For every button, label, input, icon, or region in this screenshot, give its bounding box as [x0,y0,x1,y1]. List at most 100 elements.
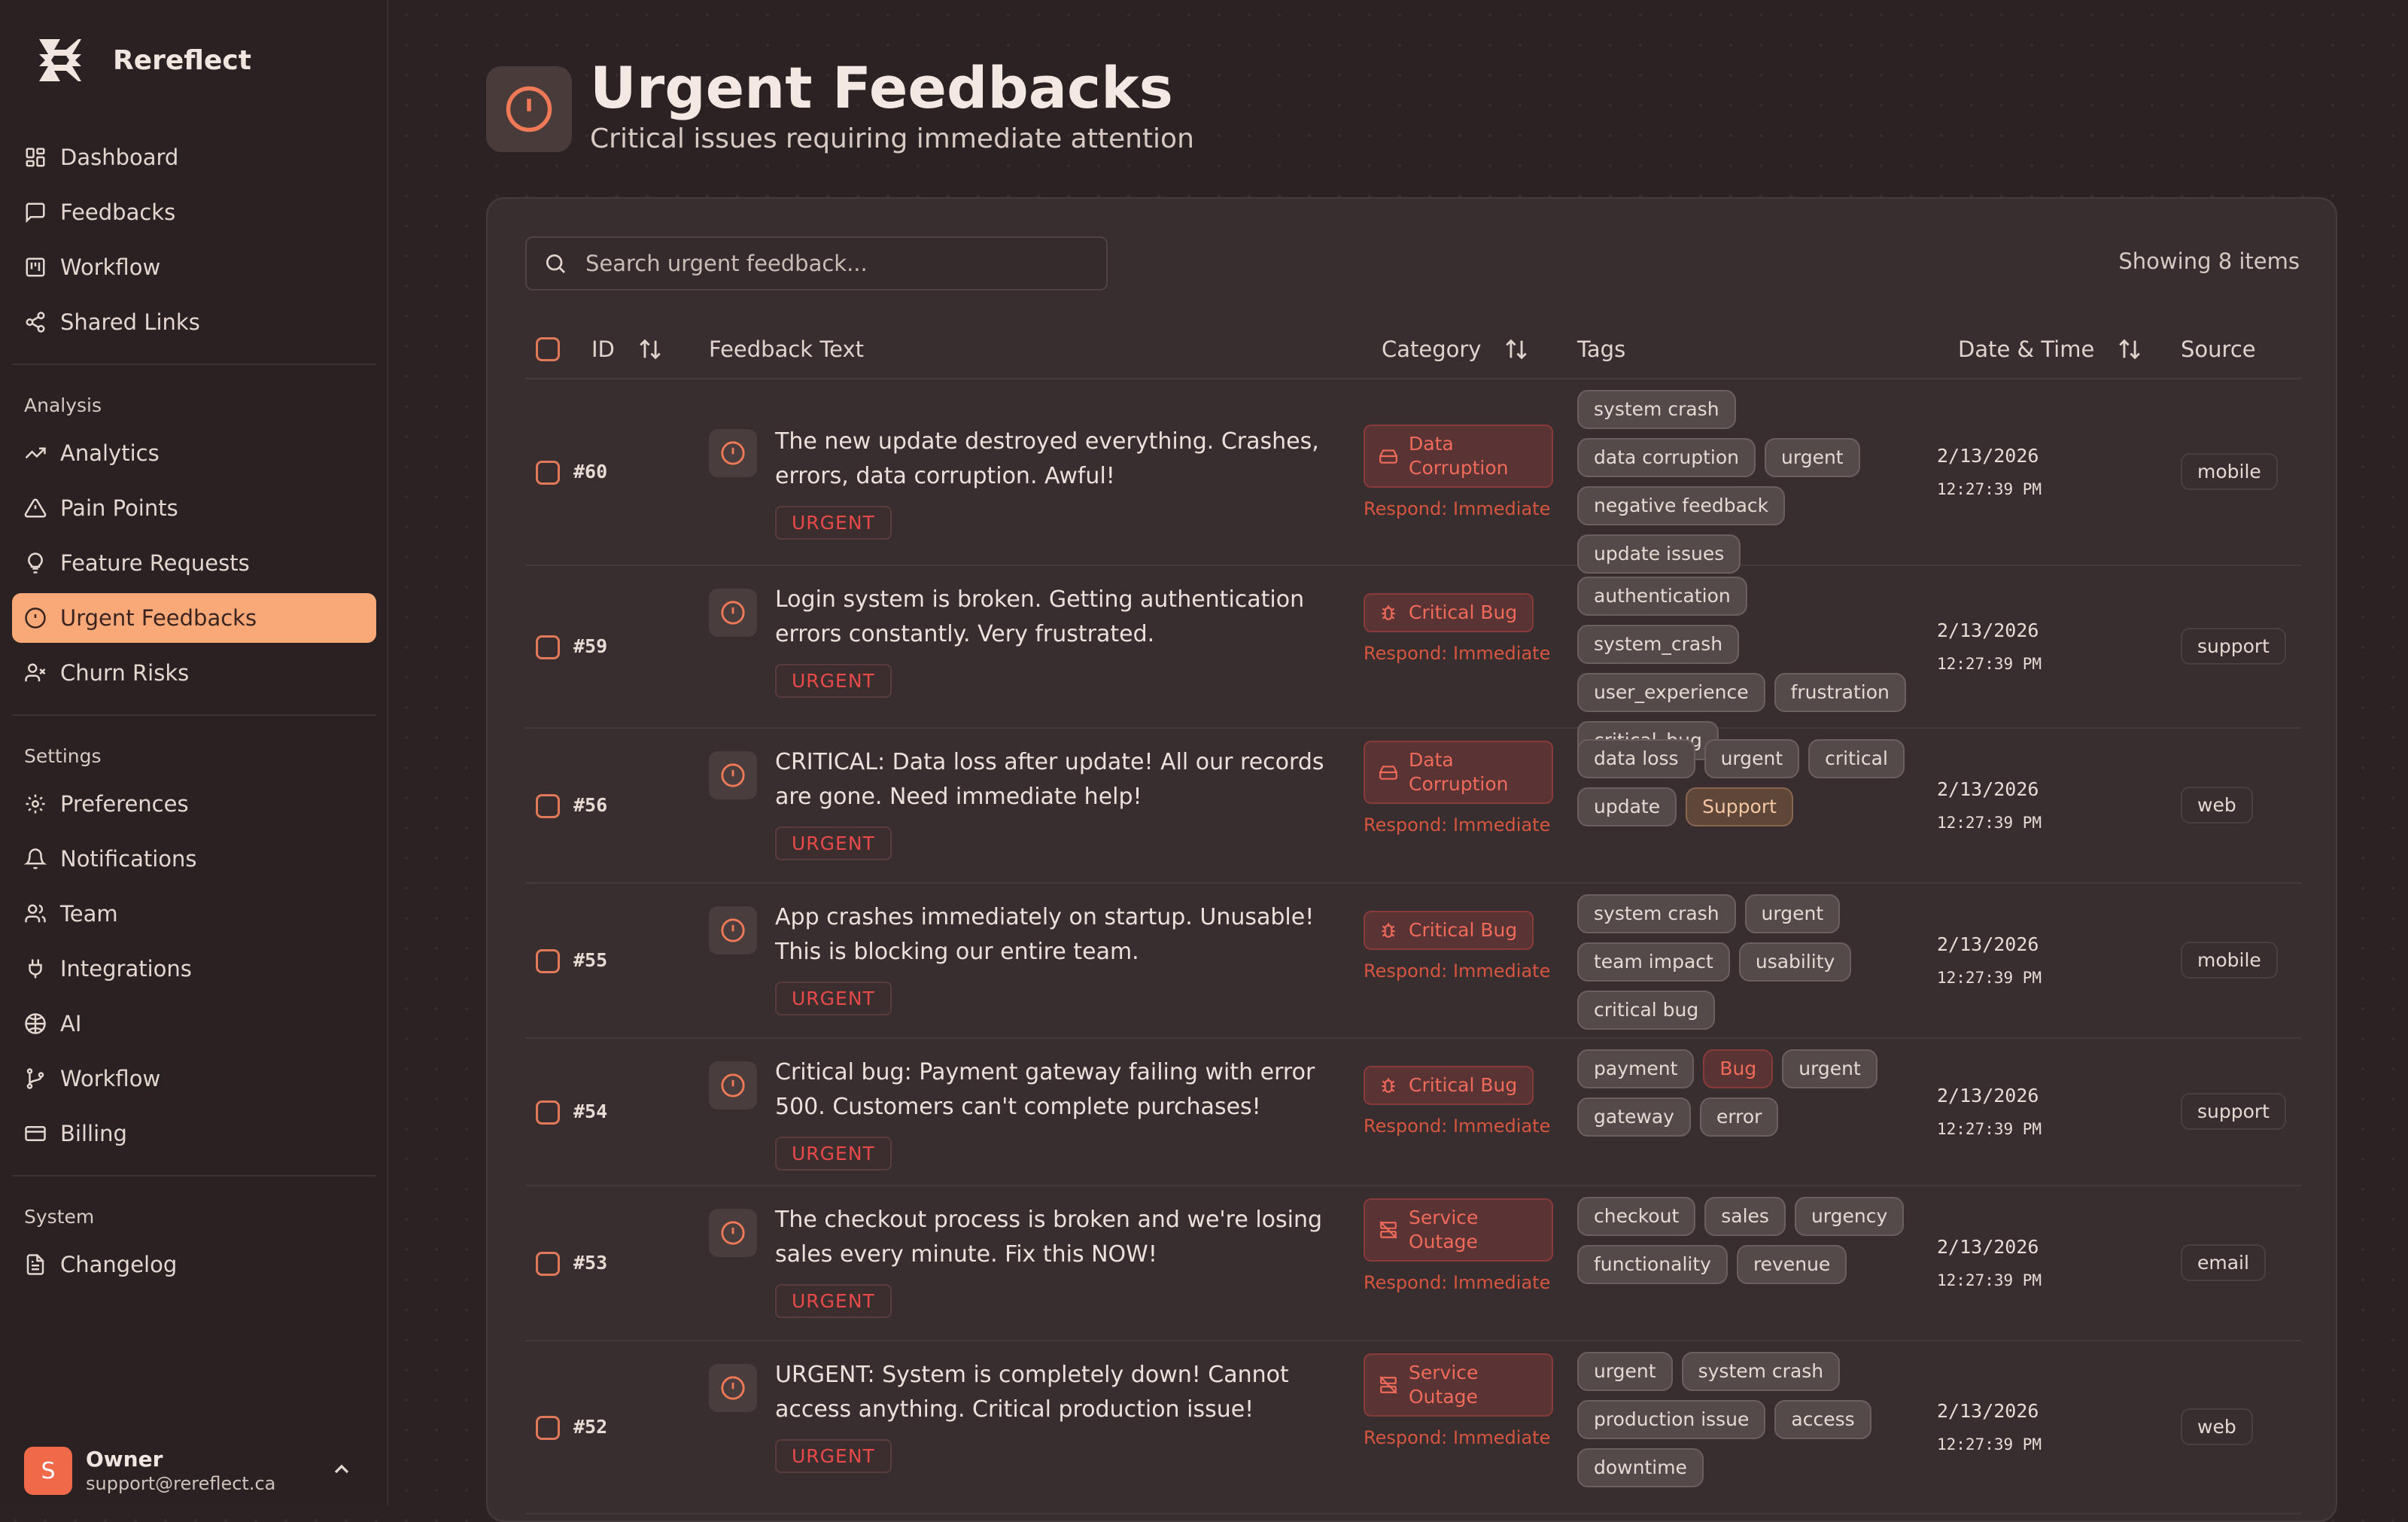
category-label: Data Corruption [1409,433,1509,479]
user-menu[interactable]: S Owner support@rereflect.ca [24,1445,367,1496]
sidebar-item-changelog[interactable]: Changelog [12,1240,376,1289]
row-select-cell [536,949,560,973]
sidebar-item-workflow-settings[interactable]: Workflow [12,1054,376,1103]
sidebar-item-label: Changelog [60,1252,178,1277]
sidebar-item-label: Notifications [60,846,197,872]
source-badge: web [2181,1408,2253,1445]
user-name: Owner [86,1447,163,1472]
server-off-icon [1379,1220,1409,1240]
row-checkbox[interactable] [536,1252,560,1276]
table-row[interactable]: #60 The new update destroyed everything.… [525,379,2301,574]
feedback-text: URGENT: System is completely down! Canno… [775,1362,1289,1423]
column-date-time[interactable]: Date & Time [1958,319,2142,379]
row-select-cell [536,635,560,659]
row-select-cell [536,1100,560,1125]
row-checkbox[interactable] [536,949,560,973]
sidebar-item-preferences[interactable]: Preferences [12,779,376,829]
tag: system crash [1577,894,1736,933]
table-row[interactable]: #52 URGENT: System is completely down! C… [525,1341,2301,1514]
row-id: #56 [573,794,608,816]
urgent-badge: URGENT [775,1439,892,1473]
feedback-text-cell: The checkout process is broken and we're… [775,1203,1347,1318]
tags-cell: urgent system crash production issue access… [1577,1352,1923,1496]
table-row[interactable]: #55 App crashes immediately on startup. … [525,884,2301,1039]
table-row[interactable]: #56 CRITICAL: Data loss after update! Al… [525,729,2301,884]
user-email: support@rereflect.ca [86,1473,276,1494]
header-alert-icon [486,66,572,152]
row-checkbox[interactable] [536,1416,560,1440]
git-branch-icon [24,1067,47,1090]
bell-icon [24,848,47,870]
time: 12:27:39 PM [1937,814,2042,832]
page-title: Urgent Feedbacks [590,54,1173,121]
sidebar-item-label: Preferences [60,791,189,817]
sidebar: Rereflect Dashboard Feedbacks Workflow S… [0,0,388,1505]
respond-label: Respond: Immediate [1364,498,1551,519]
feedback-cell [709,429,757,477]
sort-icon[interactable] [1503,336,1529,362]
category-cell: Critical Bug Respond: Immediate [1364,593,1559,665]
tag: system crash [1577,390,1736,429]
feedback-text: Critical bug: Payment gateway failing wi… [775,1059,1315,1120]
date-time-cell: 2/13/2026 12:27:39 PM [1937,1079,2042,1146]
sidebar-item-feedbacks[interactable]: Feedbacks [12,187,376,237]
tag: system crash [1681,1352,1841,1391]
urgent-badge: URGENT [775,826,892,860]
alert-circle-icon [24,607,47,629]
urgent-feedback-table-card: Showing 8 items ID Feedback Text Categor… [486,197,2337,1522]
table-row[interactable]: #59 Login system is broken. Getting auth… [525,566,2301,760]
column-category[interactable]: Category [1382,319,1529,379]
sidebar-item-billing[interactable]: Billing [12,1109,376,1158]
hard-drive-icon [1379,446,1409,466]
sidebar-item-integrations[interactable]: Integrations [12,944,376,994]
alert-circle-icon [709,1061,757,1110]
column-label: ID [591,336,615,362]
table-row[interactable]: #53 The checkout process is broken and w… [525,1186,2301,1341]
category-badge: Data Corruption [1364,741,1553,804]
file-text-icon [24,1253,47,1276]
tag: urgent [1782,1049,1877,1088]
sidebar-item-team[interactable]: Team [12,889,376,939]
sidebar-item-analytics[interactable]: Analytics [12,428,376,478]
sort-icon[interactable] [2117,336,2142,362]
sidebar-item-dashboard[interactable]: Dashboard [12,132,376,182]
nav: Dashboard Feedbacks Workflow Shared Link… [12,132,376,1295]
row-checkbox[interactable] [536,461,560,485]
bug-icon [1379,1076,1409,1095]
source-badge: support [2181,628,2286,665]
chevron-up-icon[interactable] [330,1457,354,1481]
sidebar-item-urgent-feedbacks[interactable]: Urgent Feedbacks [12,593,376,643]
feedback-text: CRITICAL: Data loss after update! All ou… [775,749,1324,810]
date: 2/13/2026 [1937,933,2039,955]
column-id[interactable]: ID [591,319,663,379]
select-all-checkbox[interactable] [536,337,560,361]
row-select-cell [536,461,560,485]
row-checkbox[interactable] [536,635,560,659]
tag: critical [1808,739,1905,778]
sidebar-item-label: Integrations [60,956,192,982]
sidebar-item-pain-points[interactable]: Pain Points [12,483,376,533]
category-badge: Critical Bug [1364,911,1534,950]
search-input[interactable] [584,250,1096,277]
brand[interactable]: Rereflect [33,30,251,90]
sidebar-item-shared-links[interactable]: Shared Links [12,297,376,347]
search-box[interactable] [525,236,1108,291]
share-icon [24,311,47,333]
row-checkbox[interactable] [536,1100,560,1125]
tag: system_crash [1577,625,1740,664]
sidebar-item-churn-risks[interactable]: Churn Risks [12,648,376,698]
urgent-badge: URGENT [775,1284,892,1318]
sidebar-item-workflow[interactable]: Workflow [12,242,376,292]
server-off-icon [1379,1375,1409,1395]
sidebar-item-notifications[interactable]: Notifications [12,834,376,884]
sidebar-item-ai[interactable]: AI [12,999,376,1049]
tags-cell: data loss urgent critical update Support [1577,739,1923,836]
tag: Support [1686,787,1793,826]
sidebar-item-feature-requests[interactable]: Feature Requests [12,538,376,588]
row-checkbox[interactable] [536,794,560,818]
tag: payment [1577,1049,1695,1088]
tag: urgent [1704,739,1800,778]
source-badge: web [2181,787,2253,823]
sort-icon[interactable] [637,336,663,362]
table-row[interactable]: #54 Critical bug: Payment gateway failin… [525,1039,2301,1186]
